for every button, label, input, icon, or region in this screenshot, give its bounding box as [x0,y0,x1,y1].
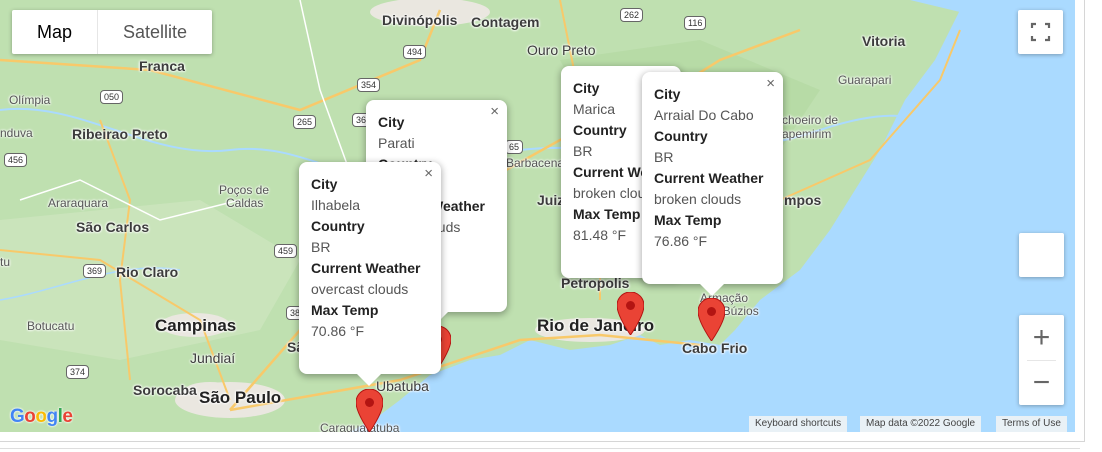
city-label: City [378,114,405,130]
place-franca: Franca [139,58,185,74]
place-barbacena: Barbacena [506,156,565,170]
place-olimpia: Olímpia [9,93,51,107]
place-ribeirao: Ribeirao Preto [72,126,168,142]
map-marker-ilhabela[interactable] [356,389,383,432]
fullscreen-icon [1030,22,1051,42]
google-logo[interactable]: Google [10,406,73,428]
place-divinopolis: Divinópolis [382,12,458,28]
place-ubatuba: Ubatuba [376,378,429,394]
map-type-control: Map Satellite [12,10,213,54]
info-window-ilhabela: × City Ilhabela Country BR Current Weath… [299,162,441,386]
city-value: Arraial Do Cabo [654,107,754,123]
map-type-map-button[interactable]: Map [12,10,99,54]
zoom-in-button[interactable]: + [1019,315,1064,360]
place-vitoria: Vitoria [862,33,906,49]
info-tail [357,374,381,386]
temp-label: Max Temp [311,302,379,318]
temp-value: 70.86 °F [311,323,365,339]
place-guarapari: Guarapari [838,73,892,87]
place-sao-carlos: São Carlos [76,219,150,235]
city-value: Ilhabela [311,197,361,213]
zoom-separator [1027,360,1056,361]
street-view-pegman-button[interactable] [1019,233,1064,277]
temp-value: 76.86 °F [654,233,708,249]
place-nduva: nduva [0,126,33,140]
info-tail [700,284,724,296]
map-canvas[interactable]: Divinópolis Contagem Ouro Preto Vitoria … [0,0,1075,432]
place-ouro-preto: Ouro Preto [527,42,596,58]
highway-shield: 459 [274,244,298,258]
place-campinas: Campinas [155,316,237,335]
highway-shield: 262 [620,8,644,22]
place-jundiai: Jundiaí [190,350,236,366]
close-icon[interactable]: × [424,165,433,182]
highway-shield: 265 [293,115,317,129]
highway-shield: 050 [100,90,124,104]
country-value: BR [311,239,331,255]
highway-shield: 116 [684,16,707,30]
terms-of-use-link[interactable]: Terms of Use [996,416,1067,432]
country-label: Country [311,218,365,234]
place-rio-claro: Rio Claro [116,264,179,280]
weather-value: overcast clouds [311,281,409,297]
place-pocos-2: Caldas [226,196,264,210]
highway-shield: 374 [66,365,90,379]
divider [0,448,1080,449]
highway-shield: 456 [4,153,28,167]
highway-shield: 65 [505,140,524,154]
temp-label: Max Temp [654,212,722,228]
place-cachoeiro: choeiro de [782,113,839,127]
place-cabo-frio: Cabo Frio [682,340,748,356]
country-label: Country [654,128,708,144]
place-botucatu: Botucatu [27,319,75,333]
zoom-out-button[interactable]: − [1019,360,1064,405]
weather-label: Current Weather [311,260,421,276]
weather-label: Current Weather [654,170,764,186]
weather-value: broken clouds [654,191,742,207]
place-tu: tu [0,255,11,269]
place-sao-paulo: São Paulo [199,388,282,407]
place-sorocaba: Sorocaba [133,382,197,398]
city-value: Parati [378,135,415,151]
place-itapemirim: apemirim [782,127,832,141]
highway-shield: 369 [83,264,107,278]
close-icon[interactable]: × [766,75,775,92]
zoom-control: + − [1019,315,1064,405]
fullscreen-button[interactable] [1018,10,1063,54]
place-contagem: Contagem [471,14,540,30]
highway-shield: 494 [403,45,427,59]
info-window-arraial-do-cabo: × City Arraial Do Cabo Country BR Curren… [642,72,783,296]
highway-shield: 354 [357,78,381,92]
map-type-satellite-button[interactable]: Satellite [98,10,212,54]
place-pocos-1: Poços de [219,183,270,197]
city-label: City [311,176,338,192]
city-label: City [654,86,681,102]
place-araraquara: Araraquara [48,196,109,210]
close-icon[interactable]: × [490,103,499,120]
place-campos: mpos [784,192,822,208]
country-value: BR [654,149,674,165]
keyboard-shortcuts-link[interactable]: Keyboard shortcuts [749,416,848,432]
map-marker-marica[interactable] [617,292,644,335]
map-marker-arraial-do-cabo[interactable] [698,298,725,341]
map-data-attribution: Map data ©2022 Google [860,416,982,432]
